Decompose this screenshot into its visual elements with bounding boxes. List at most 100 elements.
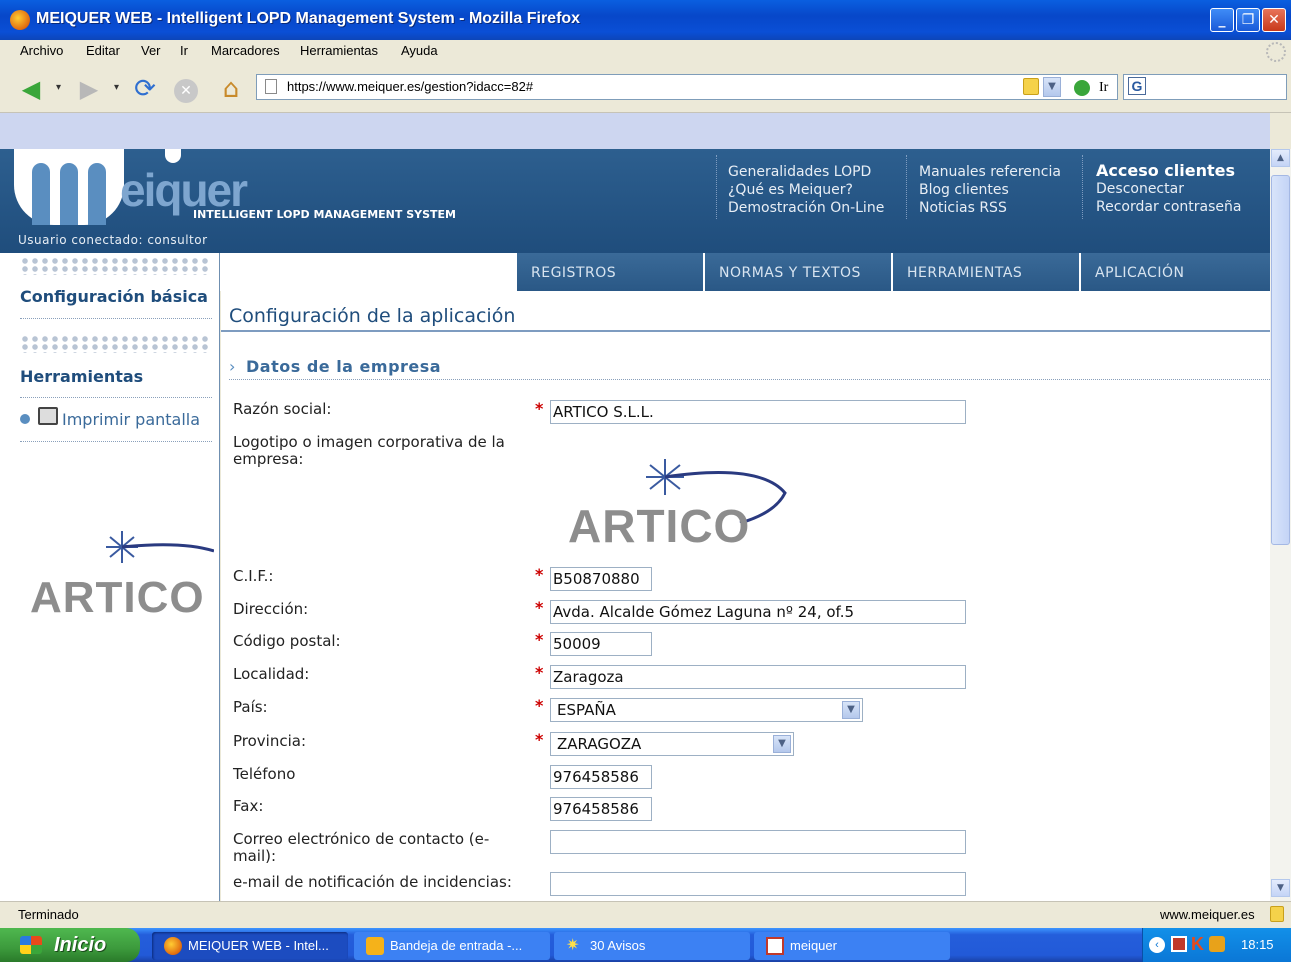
firefox-icon: [164, 937, 182, 955]
menu-archivo[interactable]: Archivo: [20, 43, 63, 58]
status-bar: Terminado www.meiquer.es: [0, 901, 1291, 929]
tray-expand-icon[interactable]: ‹: [1149, 937, 1165, 953]
go-label[interactable]: Ir: [1099, 80, 1108, 96]
codigo-postal-input[interactable]: 50009: [550, 632, 652, 656]
printer-icon[interactable]: [38, 407, 58, 425]
menu-herramientas[interactable]: Herramientas: [300, 43, 378, 58]
page-icon: [265, 79, 277, 94]
go-icon[interactable]: [1074, 80, 1090, 96]
tray-network-icon[interactable]: [1209, 936, 1225, 952]
menu-bar: Archivo Editar Ver Ir Marcadores Herrami…: [0, 40, 1291, 64]
link-noticias-rss[interactable]: Noticias RSS: [919, 199, 1061, 217]
search-input[interactable]: G: [1123, 74, 1287, 100]
back-dropdown-icon[interactable]: ▾: [56, 82, 61, 93]
url-dropdown-icon[interactable]: ▼: [1043, 77, 1061, 97]
link-demostracion[interactable]: Demostración On-Line: [728, 199, 884, 217]
logo-text: ARTICO: [568, 500, 751, 552]
codigo-postal-label: Código postal:: [233, 632, 341, 650]
tab-herramientas[interactable]: HERRAMIENTAS: [893, 253, 1079, 291]
menu-ir[interactable]: Ir: [180, 43, 188, 58]
direccion-input[interactable]: Avda. Alcalde Gómez Laguna nº 24, of.5: [550, 600, 966, 624]
tab-aplicacion[interactable]: APLICACIÓN: [1081, 253, 1270, 291]
menu-ver[interactable]: Ver: [141, 43, 161, 58]
lock-icon[interactable]: [1023, 78, 1039, 95]
scroll-thumb[interactable]: [1271, 175, 1290, 545]
logo-tagline: INTELLIGENT LOPD MANAGEMENT SYSTEM: [193, 208, 456, 221]
razon-social-input[interactable]: ARTICO S.L.L.: [550, 400, 966, 424]
menu-editar[interactable]: Editar: [86, 43, 120, 58]
link-desconectar[interactable]: Desconectar: [1096, 180, 1241, 198]
task-meiquer[interactable]: meiquer: [754, 932, 950, 960]
forward-arrow-icon[interactable]: ▶: [74, 74, 104, 104]
required-mark: *: [535, 399, 544, 418]
home-icon[interactable]: ⌂: [216, 74, 246, 104]
tab-registros[interactable]: REGISTROS: [517, 253, 703, 291]
localidad-label: Localidad:: [233, 665, 310, 683]
status-domain: www.meiquer.es: [1160, 907, 1255, 922]
url-bar[interactable]: https://www.meiquer.es/gestion?idacc=82#…: [256, 74, 1118, 100]
cif-input[interactable]: B50870880: [550, 567, 652, 591]
site-header: eiquer INTELLIGENT LOPD MANAGEMENT SYSTE…: [0, 149, 1270, 253]
link-recordar-contrasena[interactable]: Recordar contraseña: [1096, 198, 1241, 216]
link-manuales[interactable]: Manuales referencia: [919, 163, 1061, 181]
presentation-icon: [766, 937, 784, 955]
chevron-right-icon: ›: [229, 357, 236, 376]
required-mark: *: [535, 696, 544, 715]
print-screen-link[interactable]: Imprimir pantalla: [62, 410, 200, 429]
link-blog-clientes[interactable]: Blog clientes: [919, 181, 1061, 199]
dots-decoration: [20, 257, 212, 275]
link-generalidades[interactable]: Generalidades LOPD: [728, 163, 884, 181]
localidad-input[interactable]: Zaragoza: [550, 665, 966, 689]
task-meiquer-web[interactable]: MEIQUER WEB - Intel...: [152, 932, 348, 960]
email-input[interactable]: [550, 830, 966, 854]
email-incidencias-input[interactable]: [550, 872, 966, 896]
reload-icon[interactable]: ⟳: [130, 74, 160, 104]
required-mark: *: [535, 565, 544, 584]
menu-marcadores[interactable]: Marcadores: [211, 43, 280, 58]
window-title-bar[interactable]: MEIQUER WEB - Intelligent LOPD Managemen…: [0, 0, 1291, 40]
connected-user: Usuario conectado: consultor: [18, 233, 208, 247]
vertical-scrollbar[interactable]: ▲ ▼: [1270, 149, 1291, 901]
sidebar-section-config-basica[interactable]: Configuración básica: [20, 287, 208, 306]
task-avisos[interactable]: ✷ 30 Avisos: [554, 932, 750, 960]
search-engine-icon[interactable]: G: [1128, 77, 1146, 95]
task-bandeja[interactable]: Bandeja de entrada -...: [354, 932, 550, 960]
restore-button[interactable]: ❐: [1236, 8, 1260, 32]
stop-icon[interactable]: ✕: [174, 79, 198, 103]
required-mark: *: [535, 730, 544, 749]
scroll-up-arrow-icon[interactable]: ▲: [1271, 149, 1290, 167]
firefox-icon: [10, 10, 30, 30]
main-content: Configuración de la aplicación › Datos d…: [221, 291, 1270, 901]
email-incidencias-label: e-mail de notificación de incidencias:: [233, 873, 512, 891]
provincia-select[interactable]: ZARAGOZA ▼: [550, 732, 794, 756]
tray-app-icon[interactable]: [1171, 936, 1187, 952]
acceso-clientes-title[interactable]: Acceso clientes: [1096, 162, 1241, 180]
bullet-icon: [20, 414, 30, 424]
telefono-input[interactable]: 976458586: [550, 765, 652, 789]
pais-label: País:: [233, 698, 268, 716]
link-que-es-meiquer[interactable]: ¿Qué es Meiquer?: [728, 181, 884, 199]
forward-dropdown-icon[interactable]: ▾: [114, 82, 119, 93]
menu-ayuda[interactable]: Ayuda: [401, 43, 438, 58]
scroll-down-arrow-icon[interactable]: ▼: [1271, 879, 1290, 897]
company-logo-image[interactable]: ARTICO: [550, 433, 800, 559]
back-arrow-icon[interactable]: ◀: [16, 74, 46, 104]
email-label: Correo electrónico de contacto (e-mail):: [233, 830, 490, 865]
chevron-down-icon[interactable]: ▼: [842, 701, 860, 719]
start-label: Inicio: [54, 934, 107, 956]
minimize-button[interactable]: _: [1210, 8, 1234, 32]
tab-normas-y-textos[interactable]: NORMAS Y TEXTOS: [705, 253, 891, 291]
chevron-down-icon[interactable]: ▼: [773, 735, 791, 753]
dots-decoration: [20, 335, 212, 353]
close-button[interactable]: ✕: [1262, 8, 1286, 32]
start-button[interactable]: Inicio: [0, 928, 140, 962]
tray-antivirus-icon[interactable]: K: [1191, 934, 1204, 954]
lock-icon[interactable]: [1270, 906, 1284, 922]
pais-select[interactable]: ESPAÑA ▼: [550, 698, 863, 722]
mail-icon: [366, 937, 384, 955]
sidebar-section-herramientas: Herramientas: [20, 367, 144, 386]
fax-input[interactable]: 976458586: [550, 797, 652, 821]
task-label: meiquer: [790, 938, 837, 953]
provincia-value: ZARAGOZA: [557, 735, 642, 753]
provincia-label: Provincia:: [233, 732, 307, 750]
